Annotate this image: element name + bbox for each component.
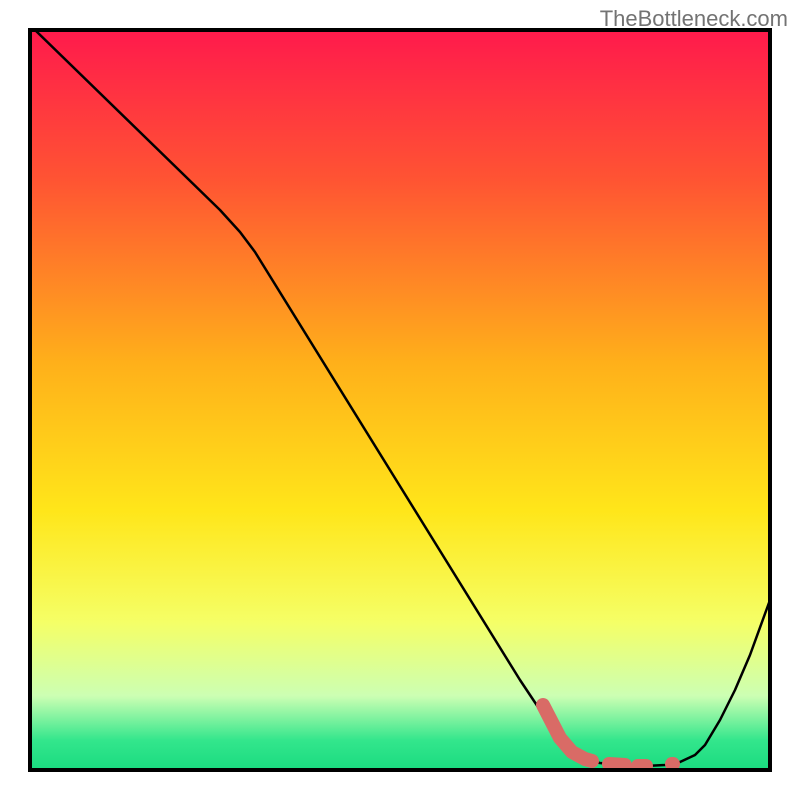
chart-svg [0,0,800,800]
series-recommended-zone-seg-1 [609,764,625,765]
gradient-background [30,30,770,770]
chart-container: TheBottleneck.com [0,0,800,800]
watermark-text: TheBottleneck.com [600,6,788,32]
